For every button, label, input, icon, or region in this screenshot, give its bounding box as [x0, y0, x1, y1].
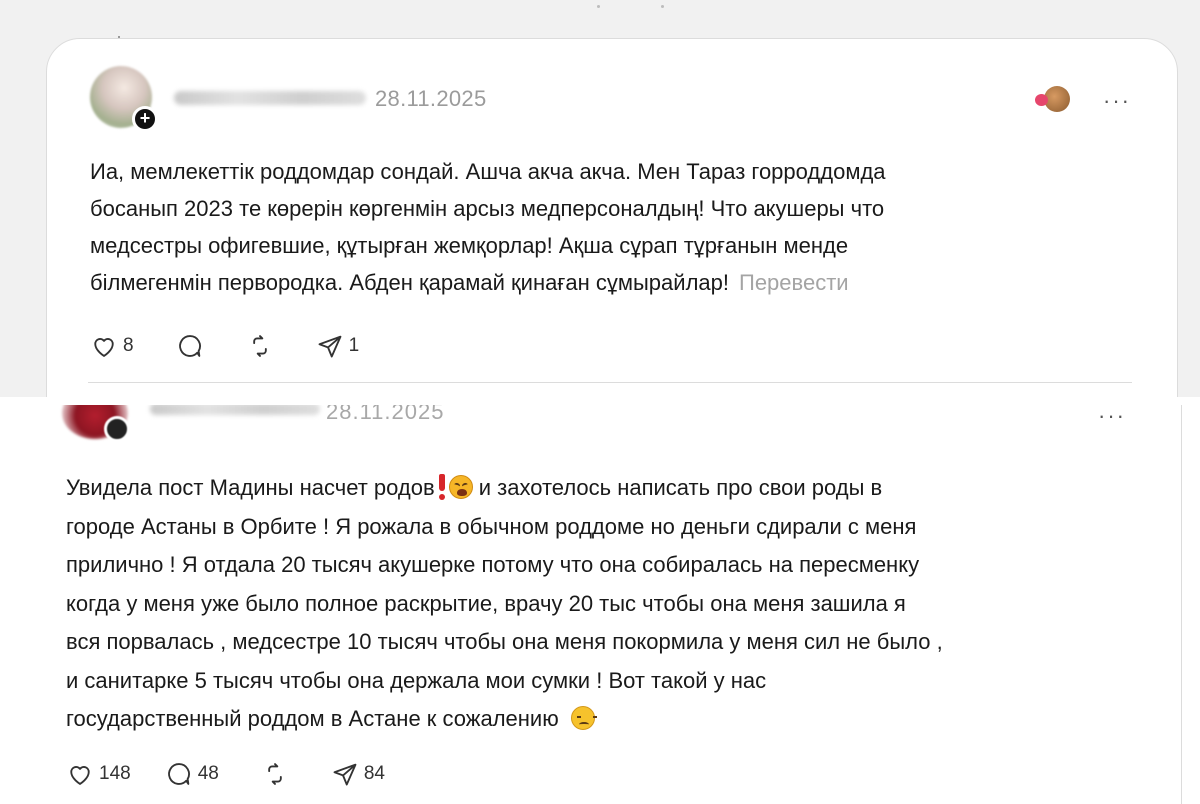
reaction-emoji-icon [1035, 86, 1070, 112]
red-exclamation-emoji [438, 474, 446, 500]
username-blurred[interactable] [150, 405, 320, 415]
follow-plus-icon[interactable] [104, 416, 130, 442]
post-line-text: Увидела пост Мадины насчет родов [66, 475, 435, 500]
more-dots-icon[interactable]: ··· [1098, 405, 1126, 429]
repost-arrows-icon [252, 335, 267, 357]
share-button[interactable]: 84 [331, 760, 385, 788]
post-line: государственный роддом в Астане к сожале… [66, 700, 1146, 739]
send-paper-plane-icon [333, 763, 357, 786]
disappointed-face-emoji [570, 706, 597, 730]
post-line: вся порвалась , медсестре 10 тысяч чтобы… [66, 629, 943, 654]
post-date: 28.11.2025 [326, 405, 445, 424]
weary-face-emoji [448, 475, 473, 499]
bottom-screenshot: 28.11.2025 ··· Увидела пост Мадины насче… [0, 405, 1200, 804]
more-dots-icon[interactable]: ··· [1103, 90, 1131, 112]
post-date: 28.11.2025 [375, 86, 487, 111]
reply-button[interactable]: 48 [165, 760, 219, 788]
share-button[interactable]: 1 [316, 332, 360, 360]
post-actions: 8 1 [90, 332, 393, 360]
like-button[interactable]: 8 [90, 332, 134, 360]
repost-arrows-icon [268, 763, 282, 785]
top-screenshot: + 28.11.2025 ··· Иа, мемлекеттік роддомд… [0, 0, 1200, 397]
post-body: Иа, мемлекеттік роддомдар сондай. Ашча а… [90, 153, 1130, 301]
screenshot-collage: + 28.11.2025 ··· Иа, мемлекеттік роддомд… [0, 0, 1200, 804]
post-line: городе Астаны в Орбите ! Я рожала в обыч… [66, 513, 917, 539]
translate-link[interactable]: Перевести [739, 270, 849, 295]
post-line: Увидела пост Мадины насчет родов и захот… [66, 469, 1146, 508]
like-count: 8 [123, 335, 134, 356]
share-count: 1 [348, 335, 360, 356]
comment-bubble-icon [178, 335, 201, 357]
post-line: когда у меня уже было полное раскрытие, … [66, 590, 906, 616]
post-actions: 148 48 84 [66, 760, 419, 788]
username-blurred[interactable] [174, 91, 366, 105]
share-count: 84 [363, 763, 385, 784]
avatar[interactable]: + [90, 66, 158, 132]
post-line-text: и захотелось написать про свои роды в [472, 475, 883, 500]
post-line-text: государственный роддом в Астане к сожале… [66, 706, 559, 731]
repost-button[interactable] [261, 760, 289, 788]
post-body: Увидела пост Мадины насчет родов и захот… [66, 469, 1146, 739]
repost-button[interactable] [246, 332, 274, 360]
decorative-dot [661, 5, 664, 8]
post-divider [88, 382, 1132, 383]
post-line: и санитарке 5 тысяч чтобы она держала мо… [66, 667, 767, 693]
post-line-text: білмегенмін первородка. Абден қарамай қи… [90, 270, 729, 295]
post-line: прилично ! Я отдала 20 тысяч акушерке по… [66, 552, 920, 577]
post-line: Иа, мемлекеттік роддомдар сондай. Ашча а… [90, 159, 886, 184]
post-line: медсестры офигевшие, құтырған жемқорлар!… [90, 233, 849, 258]
post-line: білмегенмін первородка. Абден қарамай қи… [90, 264, 1130, 301]
like-button[interactable]: 148 [66, 760, 131, 788]
decorative-dot [597, 5, 600, 8]
reply-button[interactable] [176, 332, 204, 360]
follow-plus-icon[interactable]: + [132, 106, 158, 132]
comment-bubble-icon [167, 763, 190, 785]
post-line: босанып 2023 те көрерін көргенмін арсыз … [90, 196, 885, 221]
like-count: 148 [99, 763, 131, 784]
heart-icon [94, 338, 114, 357]
reply-count: 48 [197, 763, 219, 784]
send-paper-plane-icon [318, 335, 342, 358]
heart-icon [70, 766, 90, 785]
